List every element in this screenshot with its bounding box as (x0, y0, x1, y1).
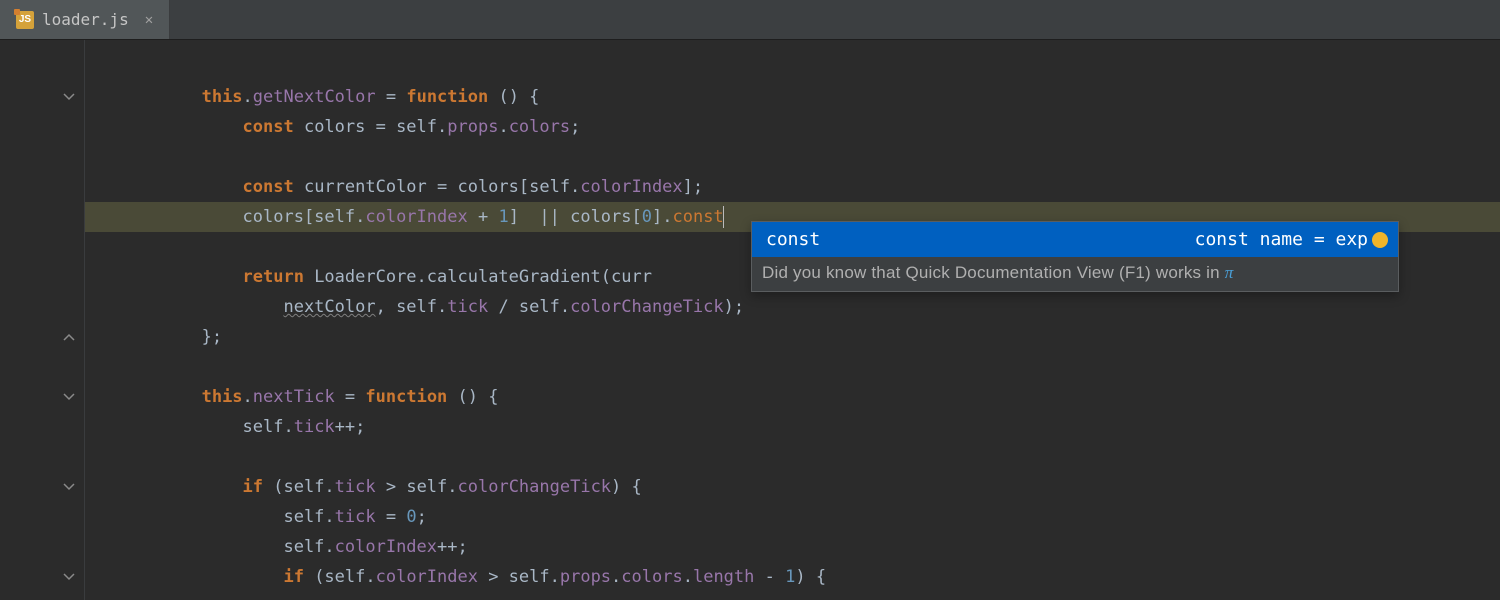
completion-tip: Did you know that Quick Documentation Vi… (752, 257, 1398, 291)
fold-open-icon[interactable] (62, 90, 76, 104)
tab-bar: JS loader.js ✕ (0, 0, 1500, 40)
code-line[interactable]: if (self.colorIndex > self.props.colors.… (85, 562, 1500, 592)
js-file-icon: JS (16, 11, 34, 29)
gutter (0, 40, 85, 600)
code-line[interactable]: self.tick++; (85, 412, 1500, 442)
completion-template: const name = exp (1195, 229, 1368, 250)
code-line[interactable]: nextColor, self.tick / self.colorChangeT… (85, 292, 1500, 322)
code-line[interactable] (85, 442, 1500, 472)
text-cursor (723, 206, 724, 228)
code-area[interactable]: this.getNextColor = function () { const … (85, 40, 1500, 600)
fold-open-icon[interactable] (62, 390, 76, 404)
code-editor[interactable]: this.getNextColor = function () { const … (0, 40, 1500, 600)
close-tab-icon[interactable]: ✕ (145, 12, 153, 28)
fold-open-icon[interactable] (62, 570, 76, 584)
lightbulb-icon (1372, 232, 1388, 248)
code-line[interactable]: if (self.tick > self.colorChangeTick) { (85, 472, 1500, 502)
completion-popup[interactable]: const const name = exp Did you know that… (751, 221, 1399, 292)
code-line[interactable] (85, 142, 1500, 172)
code-line[interactable]: this.nextTick = function () { (85, 382, 1500, 412)
code-line[interactable] (85, 352, 1500, 382)
fold-close-icon[interactable] (62, 330, 76, 344)
tip-text: Did you know that Quick Documentation Vi… (762, 263, 1225, 282)
code-line[interactable]: }; (85, 322, 1500, 352)
code-line[interactable]: self.tick = 0; (85, 502, 1500, 532)
pi-icon: π (1225, 263, 1234, 282)
completion-item[interactable]: const const name = exp (752, 222, 1398, 257)
code-line[interactable]: self.colorIndex++; (85, 532, 1500, 562)
tab-filename: loader.js (42, 10, 129, 29)
code-line[interactable]: const colors = self.props.colors; (85, 112, 1500, 142)
file-tab[interactable]: JS loader.js ✕ (0, 0, 170, 39)
fold-open-icon[interactable] (62, 480, 76, 494)
code-line[interactable]: const currentColor = colors[self.colorIn… (85, 172, 1500, 202)
code-line[interactable]: this.getNextColor = function () { (85, 82, 1500, 112)
completion-suggestion: const (766, 229, 820, 250)
